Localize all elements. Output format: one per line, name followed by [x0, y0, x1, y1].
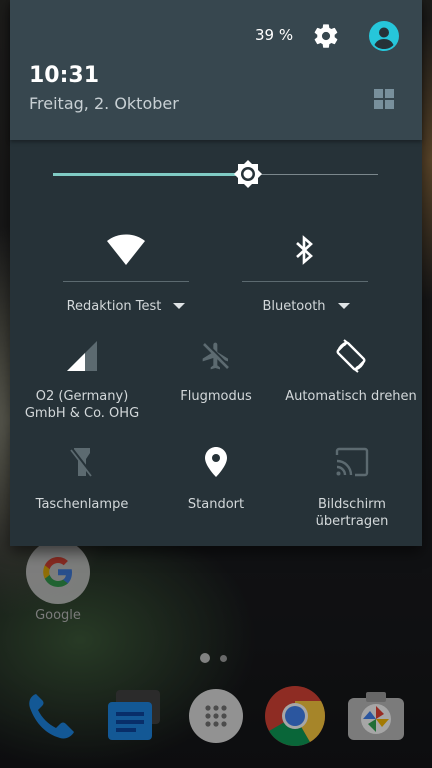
tile-divider	[63, 281, 189, 282]
chevron-down-icon	[337, 302, 350, 309]
quick-settings-header: 39 % 10:31 Freitag, 2. Oktober	[10, 0, 422, 140]
airplane-label: Flugmodus	[180, 389, 252, 404]
rotate-icon	[336, 339, 366, 373]
account-circle-icon	[369, 21, 399, 51]
wifi-label: Redaktion Test	[66, 299, 162, 314]
flashlight-icon	[70, 448, 94, 477]
location-label: Standort	[187, 497, 245, 512]
flashlight-label: Taschenlampe	[35, 497, 129, 512]
tile-cellular[interactable]: O2 (Germany) GmbH & Co. OHG	[14, 336, 150, 422]
tile-divider	[242, 281, 368, 282]
quick-settings-panel: 39 % 10:31 Freitag, 2. Oktober Redaktion…	[10, 0, 422, 546]
user-account-button[interactable]	[368, 20, 400, 52]
battery-percentage: 39 %	[255, 26, 294, 44]
brightness-track-filled	[53, 173, 244, 176]
wifi-network-dropdown[interactable]: Redaktion Test	[50, 295, 202, 315]
bluetooth-icon	[296, 235, 313, 265]
tile-airplane-mode[interactable]: Flugmodus	[146, 336, 286, 405]
tile-bluetooth[interactable]	[242, 228, 368, 272]
cellular-label: O2 (Germany) GmbH & Co. OHG	[24, 389, 140, 421]
brightness-track-empty	[258, 174, 378, 175]
airplane-icon	[202, 342, 230, 370]
tile-cast-screen[interactable]: Bildschirm übertragen	[284, 444, 420, 530]
bluetooth-dropdown[interactable]: Bluetooth	[228, 295, 384, 315]
gear-icon	[314, 24, 338, 48]
location-pin-icon	[205, 447, 227, 477]
settings-button[interactable]	[312, 22, 340, 50]
wifi-icon	[107, 234, 145, 265]
brightness-thumb[interactable]	[230, 156, 266, 192]
chevron-down-icon	[173, 302, 186, 309]
tile-flashlight[interactable]: Taschenlampe	[14, 444, 150, 513]
brightness-icon	[234, 160, 262, 188]
tile-auto-rotate[interactable]: Automatisch drehen	[284, 336, 418, 405]
grid-icon	[374, 89, 394, 109]
tile-wifi[interactable]	[63, 228, 189, 272]
cast-label: Bildschirm übertragen	[315, 497, 389, 529]
tile-location[interactable]: Standort	[146, 444, 286, 513]
date: Freitag, 2. Oktober	[29, 94, 179, 113]
auto-rotate-label: Automatisch drehen	[285, 389, 417, 404]
signal-icon	[67, 341, 97, 371]
edit-tiles-button[interactable]	[373, 88, 395, 110]
clock: 10:31	[29, 63, 100, 88]
cast-icon	[335, 447, 369, 477]
bluetooth-label: Bluetooth	[262, 299, 326, 314]
